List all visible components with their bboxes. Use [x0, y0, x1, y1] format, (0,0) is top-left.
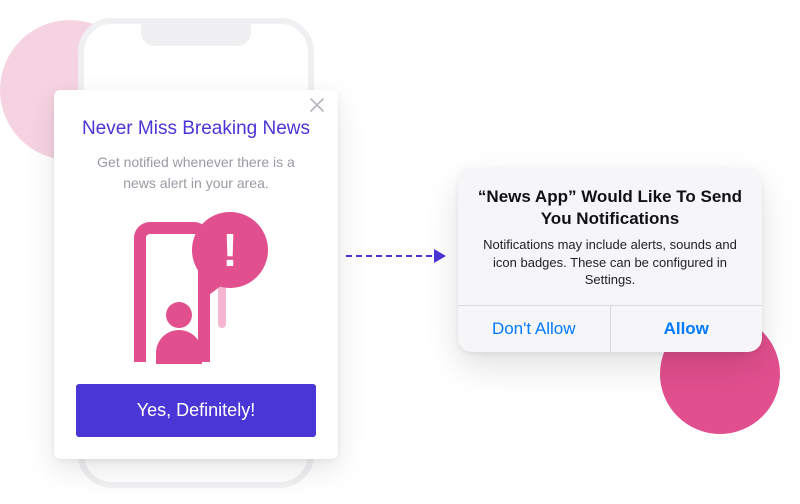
close-icon [310, 98, 324, 112]
flow-arrow-icon [346, 246, 446, 266]
card-title: Never Miss Breaking News [76, 118, 316, 140]
illustration-alert-bubble-icon: ! [192, 212, 268, 288]
dont-allow-button[interactable]: Don't Allow [458, 306, 610, 352]
illustration-person-head-icon [166, 302, 192, 328]
ios-permission-alert: “News App” Would Like To Send You Notifi… [458, 168, 762, 352]
illustration-exclamation-icon: ! [222, 227, 237, 273]
accept-button[interactable]: Yes, Definitely! [76, 384, 316, 437]
ios-alert-buttons: Don't Allow Allow [458, 305, 762, 352]
ios-alert-message: Notifications may include alerts, sounds… [476, 236, 744, 289]
close-button[interactable] [310, 98, 328, 116]
ios-alert-title: “News App” Would Like To Send You Notifi… [476, 186, 744, 230]
notification-illustration: ! [106, 212, 286, 362]
ios-alert-body: “News App” Would Like To Send You Notifi… [458, 168, 762, 305]
allow-button[interactable]: Allow [610, 306, 763, 352]
pre-permission-card: Never Miss Breaking News Get notified wh… [54, 90, 338, 459]
phone-notch [141, 24, 251, 46]
card-subtitle: Get notified whenever there is a news al… [81, 152, 311, 194]
